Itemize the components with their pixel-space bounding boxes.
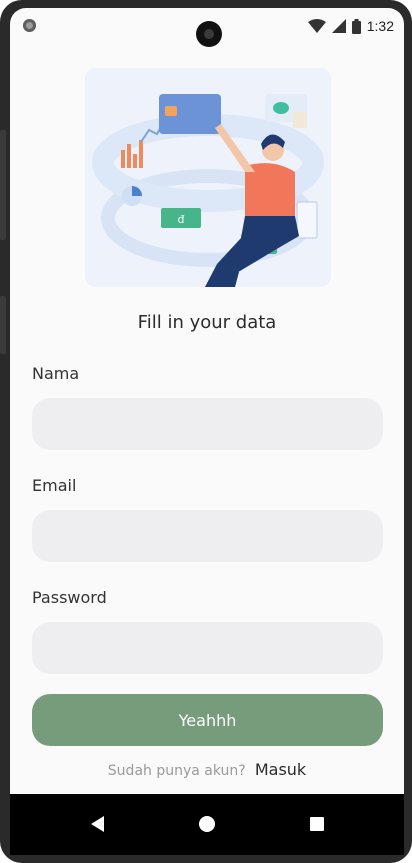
- front-camera: [196, 21, 222, 47]
- name-input[interactable]: [32, 398, 383, 450]
- password-label: Password: [32, 588, 107, 607]
- status-bar: 1:32: [10, 8, 404, 47]
- navigation-bar: [10, 794, 404, 855]
- battery-icon: [351, 18, 361, 34]
- form-title: Fill in your data: [137, 312, 277, 333]
- wifi-icon: [307, 19, 326, 33]
- status-icons: 1:32: [307, 18, 394, 34]
- power-button: [0, 296, 6, 354]
- submit-button[interactable]: Yeahhh: [32, 694, 383, 746]
- svg-text:đ: đ: [178, 213, 185, 226]
- password-input[interactable]: [32, 622, 383, 674]
- recents-icon[interactable]: [305, 812, 329, 836]
- volume-button: [0, 130, 6, 240]
- status-time: 1:32: [366, 18, 394, 34]
- notification-dot-icon: [23, 19, 36, 32]
- name-label: Nama: [32, 364, 80, 383]
- signal-icon: [331, 19, 346, 33]
- email-label: Email: [32, 476, 77, 495]
- app-screen: 1:32 đ Fill in your data Nama Email Pass…: [10, 8, 404, 855]
- login-link[interactable]: Masuk: [255, 760, 306, 779]
- hero-illustration: đ đ: [85, 68, 331, 287]
- login-row: Sudah punya akun? Masuk: [10, 760, 404, 779]
- back-icon[interactable]: [86, 812, 110, 836]
- login-prompt: Sudah punya akun?: [107, 763, 246, 779]
- home-icon[interactable]: [195, 812, 219, 836]
- phone-frame: 1:32 đ Fill in your data Nama Email Pass…: [0, 0, 412, 863]
- email-input[interactable]: [32, 510, 383, 562]
